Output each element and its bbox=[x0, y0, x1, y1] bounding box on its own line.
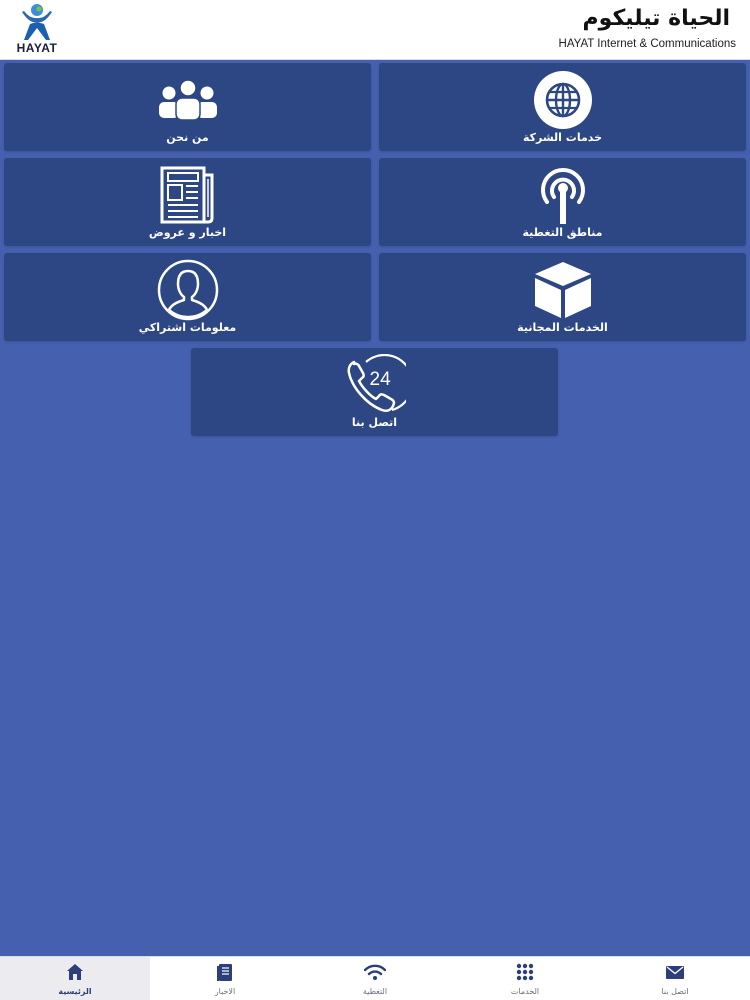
tile-label: خدمات الشركة bbox=[522, 131, 603, 144]
wifi-icon bbox=[364, 962, 386, 982]
tab-label: اتصل بنا bbox=[661, 987, 689, 996]
tile-contact-us[interactable]: 24 اتصل بنا bbox=[191, 348, 558, 436]
user-icon bbox=[156, 259, 220, 321]
tile-label: اتصل بنا bbox=[351, 416, 398, 429]
home-icon bbox=[66, 962, 84, 982]
tab-services[interactable]: الخدمات bbox=[450, 957, 600, 1000]
grid-icon bbox=[516, 962, 534, 982]
hayat-logo[interactable]: HAYAT bbox=[6, 2, 68, 58]
bottom-tab-bar: الرئيسية الاخبار التغطية الخدمات اتصل بن… bbox=[0, 956, 750, 1000]
antenna-icon bbox=[531, 164, 595, 226]
tile-label: مناطق التغطية bbox=[522, 226, 603, 239]
tile-company-services[interactable]: خدمات الشركة bbox=[379, 63, 746, 151]
box-icon bbox=[531, 259, 595, 321]
tile-news-offers[interactable]: اخبار و عروض bbox=[4, 158, 371, 246]
phone-24-badge: 24 bbox=[369, 369, 391, 390]
logo-text: HAYAT bbox=[16, 41, 58, 55]
tab-news[interactable]: الاخبار bbox=[150, 957, 300, 1000]
globe-icon bbox=[531, 69, 595, 131]
brand-title-english: HAYAT Internet & Communications bbox=[558, 38, 736, 50]
tab-home[interactable]: الرئيسية bbox=[0, 957, 150, 1000]
tile-free-services[interactable]: الخدمات المجانية bbox=[379, 253, 746, 341]
logo-figure-icon bbox=[22, 4, 52, 40]
tile-label: من نحن bbox=[166, 131, 209, 144]
tab-label: الرئيسية bbox=[58, 987, 92, 996]
news-icon bbox=[217, 962, 233, 982]
tile-coverage-areas[interactable]: مناطق التغطية bbox=[379, 158, 746, 246]
tile-label: اخبار و عروض bbox=[148, 226, 227, 239]
tile-my-subscription[interactable]: معلومات اشتراكي bbox=[4, 253, 371, 341]
people-icon bbox=[156, 69, 220, 131]
phone-24-icon: 24 bbox=[343, 354, 407, 416]
tab-label: الاخبار bbox=[214, 987, 236, 996]
app-header: HAYAT الحياة تيليكوم HAYAT Internet & Co… bbox=[0, 0, 750, 60]
mail-icon bbox=[666, 962, 684, 982]
tile-about-us[interactable]: من نحن bbox=[4, 63, 371, 151]
newspaper-icon bbox=[156, 164, 220, 226]
tab-contact[interactable]: اتصل بنا bbox=[600, 957, 750, 1000]
tile-label: الخدمات المجانية bbox=[517, 321, 608, 334]
tab-label: الخدمات bbox=[510, 987, 540, 996]
tile-label: معلومات اشتراكي bbox=[138, 321, 237, 334]
tab-label: التغطية bbox=[362, 987, 388, 996]
brand-title-arabic: الحياة تيليكوم bbox=[582, 6, 730, 31]
tab-coverage[interactable]: التغطية bbox=[300, 957, 450, 1000]
